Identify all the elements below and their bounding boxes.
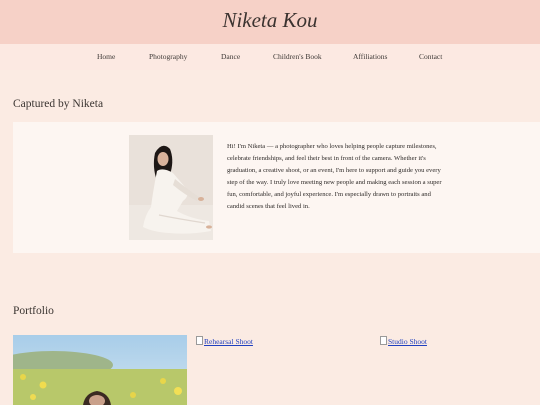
broken-image-icon bbox=[380, 336, 387, 345]
nav-item-photography[interactable]: Photography bbox=[149, 52, 187, 61]
nav-item-home[interactable]: Home bbox=[97, 52, 115, 61]
portfolio-link-rehearsal-shoot[interactable]: Rehearsal Shoot bbox=[196, 336, 253, 346]
portfolio-image-1-illustration bbox=[13, 335, 187, 405]
portfolio-image-1[interactable] bbox=[13, 335, 187, 405]
portfolio-link-studio-shoot[interactable]: Studio Shoot bbox=[380, 336, 427, 346]
about-bio: Hi! I'm Niketa — a photographer who love… bbox=[227, 143, 442, 211]
portfolio-heading: Portfolio bbox=[13, 305, 54, 317]
portfolio-link-label: Studio Shoot bbox=[388, 337, 427, 346]
about-heading: Captured by Niketa bbox=[13, 98, 104, 110]
profile-photo bbox=[129, 135, 213, 240]
main-nav: Home Photography Dance Children's Book A… bbox=[0, 44, 540, 70]
nav-item-dance[interactable]: Dance bbox=[221, 52, 240, 61]
broken-image-icon bbox=[196, 336, 203, 345]
profile-photo-illustration bbox=[129, 135, 213, 240]
site-header: Niketa Kou bbox=[0, 0, 540, 44]
portfolio-link-label: Rehearsal Shoot bbox=[204, 337, 253, 346]
nav-item-childrens-book[interactable]: Children's Book bbox=[273, 52, 322, 61]
nav-item-contact[interactable]: Contact bbox=[419, 52, 442, 61]
site-title[interactable]: Niketa Kou bbox=[0, 8, 540, 33]
nav-item-affiliations[interactable]: Affiliations bbox=[353, 52, 387, 61]
